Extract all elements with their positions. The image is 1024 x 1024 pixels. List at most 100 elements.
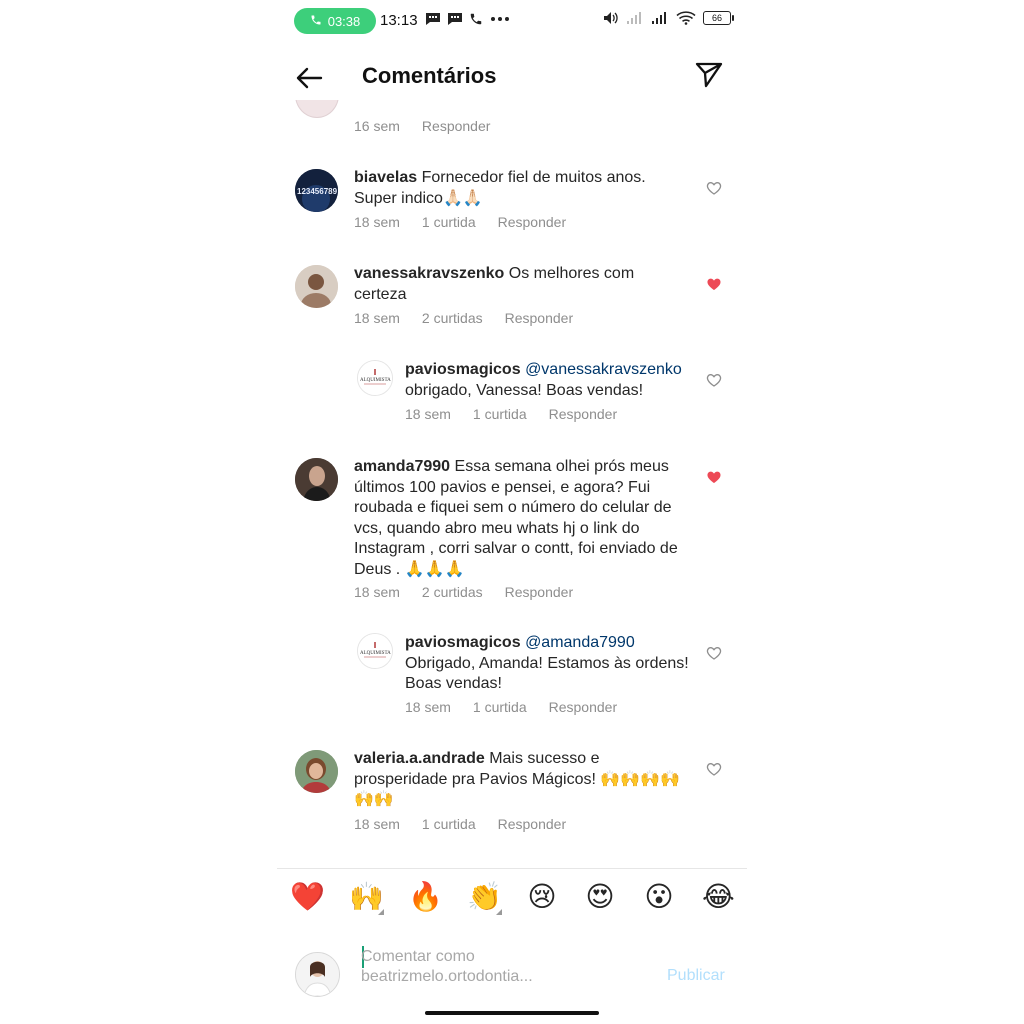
comment-composer: Comentar como beatrizmelo.ortodontia... … — [277, 927, 747, 1024]
back-arrow-icon[interactable] — [295, 64, 323, 92]
emoji-raising-hands[interactable]: 🙌 — [349, 881, 384, 915]
send-direct-icon[interactable] — [695, 61, 723, 89]
battery-indicator: 66 — [703, 11, 734, 25]
avatar[interactable]: ALQUIMISTA — [357, 360, 393, 396]
reply-button[interactable]: Responder — [549, 406, 618, 422]
comment-meta: 18 sem 1 curtida Responder — [405, 406, 639, 422]
avatar[interactable]: ALQUIMISTA — [357, 633, 393, 669]
heart-outline-icon[interactable] — [706, 180, 722, 196]
likes-count[interactable]: 2 curtidas — [422, 584, 483, 600]
comment-time: 18 sem — [354, 584, 400, 600]
comment-body: Essa semana olhei prós meus últimos 100 … — [354, 458, 678, 578]
comment-text: vanessakravszenko Os melhores com certez… — [354, 264, 689, 305]
signal-icon — [652, 12, 666, 24]
comment-text: valeria.a.andrade Mais sucesso e prosper… — [354, 749, 689, 811]
comment-time: 18 sem — [354, 310, 400, 326]
emoji-fire[interactable]: 🔥 — [408, 881, 443, 913]
status-bar: 03:38 13:13 66 — [277, 0, 747, 40]
avatar[interactable]: 123456789 — [295, 169, 338, 212]
speaker-icon — [604, 12, 618, 24]
notification-icons — [425, 12, 511, 26]
comment-username[interactable]: biavelas — [354, 169, 417, 186]
ongoing-call-pill[interactable]: 03:38 — [294, 8, 376, 34]
heart-outline-icon[interactable] — [706, 761, 722, 777]
heart-outline-icon[interactable] — [706, 645, 722, 661]
comment-time: 18 sem — [405, 699, 451, 715]
comment-time: 18 sem — [354, 816, 400, 832]
call-timer: 03:38 — [327, 13, 361, 29]
message-icon — [448, 13, 462, 25]
avatar[interactable] — [295, 458, 338, 501]
avatar-text: 123456789 — [297, 187, 338, 196]
comment-time: 18 sem — [354, 214, 400, 230]
comments-list: 16 sem Responder 123456789 biavelas Forn… — [277, 100, 747, 868]
comment-text: paviosmagicos @amanda7990 Obrigado, Aman… — [405, 633, 695, 695]
emoji-glyph: 👏 — [467, 881, 502, 912]
reply-button[interactable]: Responder — [549, 699, 618, 715]
call-icon — [470, 13, 482, 25]
comment-text: biavelas Fornecedor fiel de muitos anos.… — [354, 168, 689, 209]
system-icons: 66 — [603, 11, 734, 25]
likes-count[interactable]: 1 curtida — [422, 816, 476, 832]
skin-tone-corner-icon — [496, 909, 502, 915]
likes-count[interactable]: 1 curtida — [422, 214, 476, 230]
status-clock: 13:13 — [380, 12, 418, 29]
likes-count[interactable]: 1 curtida — [473, 699, 527, 715]
comment-username[interactable]: amanda7990 — [354, 458, 450, 475]
comment-time: 16 sem — [354, 118, 400, 134]
phone-screen: 03:38 13:13 66 Comentários 16 sem Respon… — [277, 0, 747, 1024]
emoji-heart-eyes[interactable]: 😍 — [584, 881, 616, 913]
comment-username[interactable]: paviosmagicos — [405, 634, 521, 651]
likes-count[interactable]: 2 curtidas — [422, 310, 483, 326]
emoji-crying-face[interactable]: 😢 — [526, 881, 558, 913]
avatar[interactable] — [295, 750, 338, 793]
comment-time: 18 sem — [405, 406, 451, 422]
quick-emoji-bar: ❤️ 🙌 🔥 👏 😢 😍 😮 😂 — [277, 868, 747, 928]
more-dots-icon — [491, 17, 509, 21]
emoji-glyph: 🙌 — [349, 881, 384, 912]
comment-meta: 18 sem 1 curtida Responder — [405, 699, 639, 715]
publish-button[interactable]: Publicar — [667, 967, 725, 985]
reply-button[interactable]: Responder — [422, 118, 491, 134]
comment-meta: 18 sem 2 curtidas Responder — [354, 584, 595, 600]
comment-body: obrigado, Vanessa! Boas vendas! — [405, 381, 644, 399]
emoji-heart[interactable]: ❤️ — [290, 881, 325, 913]
comment-username[interactable]: valeria.a.andrade — [354, 750, 485, 767]
page-title: Comentários — [362, 63, 497, 88]
emoji-surprised-face[interactable]: 😮 — [643, 881, 675, 913]
avatar-text: ALQUIMISTA — [360, 651, 391, 656]
likes-count[interactable]: 1 curtida — [473, 406, 527, 422]
comment-meta: 18 sem 1 curtida Responder — [354, 214, 588, 230]
comments-header: Comentários — [277, 50, 747, 106]
skin-tone-corner-icon — [378, 909, 384, 915]
avatar[interactable] — [295, 100, 339, 118]
comment-meta: 16 sem Responder — [354, 118, 512, 134]
reply-button[interactable]: Responder — [505, 310, 574, 326]
comment-input[interactable]: Comentar como beatrizmelo.ortodontia... — [361, 947, 571, 991]
emoji-clapping-hands[interactable]: 👏 — [467, 881, 502, 915]
comment-text: amanda7990 Essa semana olhei prós meus ú… — [354, 457, 689, 580]
heart-filled-icon[interactable] — [706, 469, 722, 485]
reply-button[interactable]: Responder — [498, 816, 567, 832]
home-indicator[interactable] — [425, 1011, 599, 1015]
phone-icon — [310, 14, 322, 29]
heart-filled-icon[interactable] — [706, 276, 722, 292]
comment-username[interactable]: paviosmagicos — [405, 361, 521, 378]
emoji-laughing-face[interactable]: 😂 — [702, 881, 735, 913]
message-icon — [426, 13, 440, 25]
signal-weak-icon — [627, 12, 641, 24]
wifi-icon — [676, 11, 696, 25]
mention-link[interactable]: @amanda7990 — [525, 634, 635, 651]
comment-meta: 18 sem 1 curtida Responder — [354, 816, 588, 832]
comment-meta: 18 sem 2 curtidas Responder — [354, 310, 595, 326]
avatar-text: ALQUIMISTA — [360, 378, 391, 383]
reply-button[interactable]: Responder — [498, 214, 567, 230]
comment-body: Obrigado, Amanda! Estamos às ordens! Boa… — [405, 654, 689, 693]
current-user-avatar — [295, 952, 340, 997]
comment-username[interactable]: vanessakravszenko — [354, 265, 504, 282]
heart-outline-icon[interactable] — [706, 372, 722, 388]
comment-text: paviosmagicos @vanessakravszenko obrigad… — [405, 360, 695, 401]
avatar[interactable] — [295, 265, 338, 308]
reply-button[interactable]: Responder — [505, 584, 574, 600]
mention-link[interactable]: @vanessakravszenko — [525, 361, 682, 378]
